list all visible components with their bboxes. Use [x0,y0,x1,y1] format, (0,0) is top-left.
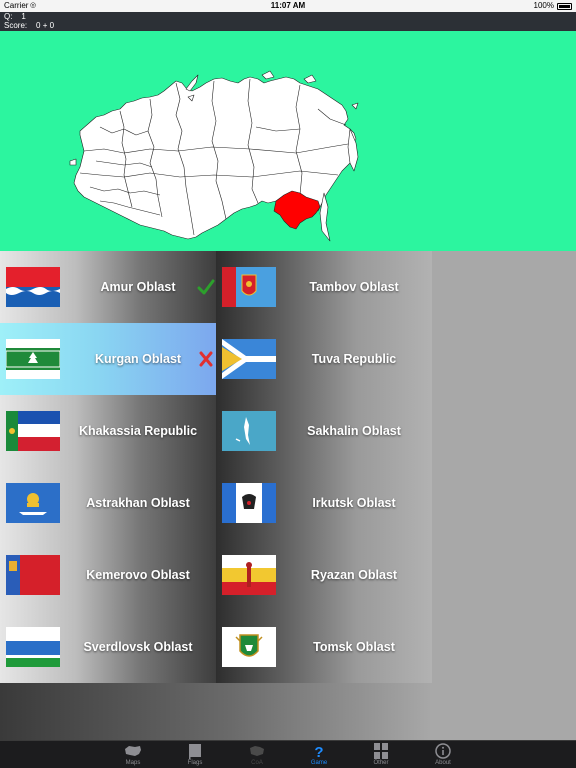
flag-cell[interactable]: Sakhalin Oblast [216,395,432,467]
flag-cell[interactable]: Sverdlovsk Oblast [0,611,216,683]
region-name: Khakassia Republic [78,424,198,438]
flag-grid: Amur Oblast Kurgan Oblast Khakassia Repu… [0,251,576,740]
flag-cell[interactable]: Irkutsk Oblast [216,467,432,539]
quiz-info: Q: 1 Score: 0 + 0 [0,12,576,31]
question-icon: ? [314,744,323,759]
tab-about[interactable]: About [413,741,473,768]
tuva-flag [222,339,276,379]
region-name: Kemerovo Oblast [86,568,190,582]
status-bar: Carrier ◎ 11:07 AM 100% [0,0,576,12]
astrakhan-flag [6,483,60,523]
kamchatka [347,128,359,172]
tab-maps[interactable]: Maps [103,741,163,768]
region-name: Tambov Oblast [309,280,399,294]
region-name: Tomsk Oblast [313,640,395,654]
kurgan-flag [6,339,60,379]
check-icon [197,279,215,295]
battery-percent: 100% [533,1,554,10]
region-name: Tuva Republic [311,352,397,366]
flag-cell[interactable]: Kemerovo Oblast [0,539,216,611]
map-svg [69,70,359,242]
flag-cell[interactable]: Tomsk Oblast [216,611,432,683]
flag-cell[interactable]: Astrakhan Oblast [0,467,216,539]
region-name: Sverdlovsk Oblast [83,640,193,654]
tab-label: Flags [187,760,203,766]
cross-icon [199,351,213,367]
region-name: Astrakhan Oblast [86,496,190,510]
question-row: Q: 1 [4,12,576,21]
ryazan-flag [222,555,276,595]
score-row: Score: 0 + 0 [4,21,576,30]
tab-label: Maps [125,760,141,766]
flag-cell[interactable]: Kurgan Oblast [0,323,216,395]
tab-label: Game [310,760,328,766]
flag-column-right: Tambov Oblast Tuva Republic Sakhalin Obl… [216,251,432,683]
grid-icon [374,743,388,759]
tab-other[interactable]: Other [351,741,411,768]
russia-map [0,31,576,251]
tomsk-flag [222,627,276,667]
empty-column [432,251,576,740]
tab-label: CoA [251,760,263,766]
flag-cell[interactable]: Amur Oblast [0,251,216,323]
tambov-flag [222,267,276,307]
tab-label: Other [373,760,389,766]
sverdlovsk-flag [6,627,60,667]
region-name: Ryazan Oblast [310,568,398,582]
info-icon [435,743,451,759]
tab-game[interactable]: ? Game [289,741,349,768]
clock-time: 11:07 AM [270,1,306,10]
irkutsk-flag [222,483,276,523]
tab-label: About [435,760,451,766]
question-number: 1 [21,12,26,21]
kaliningrad [69,158,77,166]
tab-bar: Maps Flags CoA ? Game Other About [0,740,576,768]
khakassia-flag [6,411,60,451]
map-icon [125,746,141,756]
region-name: Sakhalin Oblast [307,424,401,438]
sakhalin-flag [222,411,276,451]
new-siberian-islands [303,74,317,84]
amur-flag [6,267,60,307]
kemerovo-flag [6,555,60,595]
severnaya-zemlya [261,70,275,80]
flag-column-left: Amur Oblast Kurgan Oblast Khakassia Repu… [0,251,216,683]
score-value: 0 + 0 [36,21,55,30]
svg-text:?: ? [314,744,323,759]
flag-cell[interactable]: Ryazan Oblast [216,539,432,611]
battery-icon [557,3,572,10]
region-name: Kurgan Oblast [94,352,182,366]
flag-icon [189,744,201,759]
tab-coa: CoA [227,741,287,768]
flag-cell[interactable]: Tambov Oblast [216,251,432,323]
tab-flags[interactable]: Flags [165,741,225,768]
score-label: Score: [4,21,28,30]
region-name: Irkutsk Oblast [312,496,396,510]
flag-cell[interactable]: Khakassia Republic [0,395,216,467]
coat-of-arms-icon [250,746,264,756]
region-name: Amur Oblast [100,280,176,294]
question-label: Q: [4,12,13,21]
flag-cell[interactable]: Tuva Republic [216,323,432,395]
wrangel-island [351,102,359,110]
